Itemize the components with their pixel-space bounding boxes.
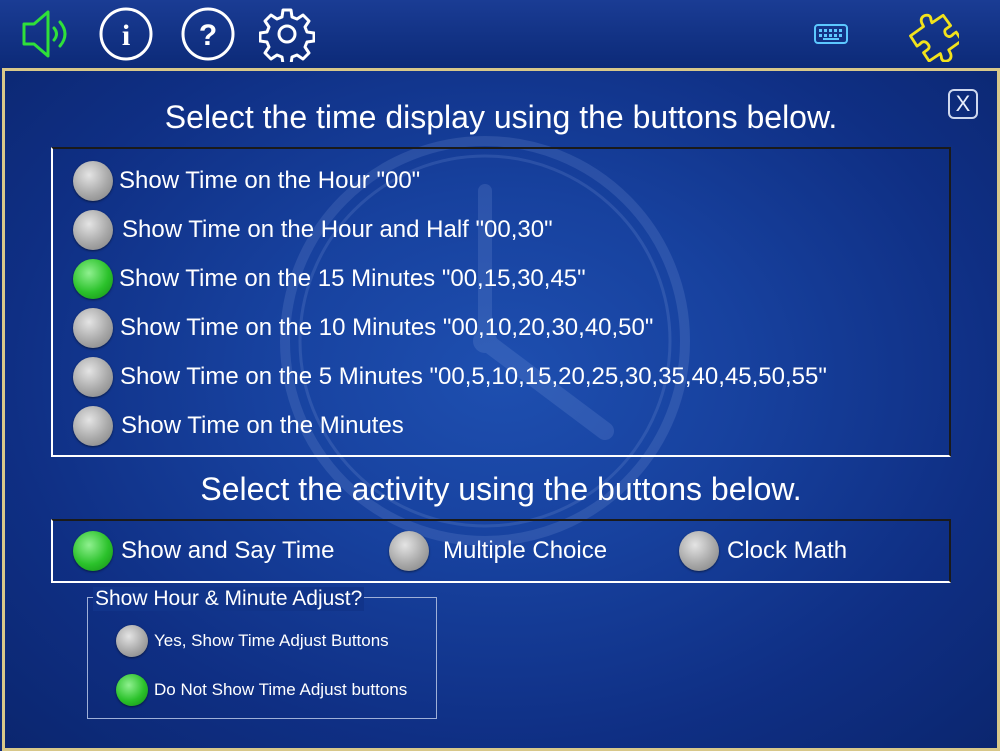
radio-button[interactable] bbox=[116, 625, 148, 657]
top-toolbar: i ? bbox=[0, 0, 1000, 68]
radio-button[interactable] bbox=[679, 531, 719, 571]
radio-button[interactable] bbox=[389, 531, 429, 571]
time-option-10-minutes[interactable]: Show Time on the 10 Minutes "00,10,20,30… bbox=[73, 308, 653, 348]
settings-dialog: X Select the time display using the butt… bbox=[2, 68, 1000, 751]
time-option-label: Show Time on the Hour "00" bbox=[119, 167, 421, 194]
time-option-label: Show Time on the 5 Minutes "00,5,10,15,2… bbox=[120, 363, 827, 390]
time-option-hour[interactable]: Show Time on the Hour "00" bbox=[73, 161, 420, 201]
time-option-15-minutes[interactable]: Show Time on the 15 Minutes "00,15,30,45… bbox=[73, 259, 586, 299]
activity-label: Clock Math bbox=[727, 537, 848, 564]
info-icon[interactable]: i bbox=[98, 6, 154, 62]
radio-button-selected[interactable] bbox=[73, 259, 113, 299]
activity-show-and-say[interactable]: Show and Say Time bbox=[73, 531, 334, 571]
activity-options: Show and Say Time Multiple Choice Clock … bbox=[51, 519, 951, 583]
radio-button-selected[interactable] bbox=[116, 674, 148, 706]
gear-icon[interactable] bbox=[259, 6, 315, 62]
radio-button-selected[interactable] bbox=[73, 531, 113, 571]
time-option-5-minutes[interactable]: Show Time on the 5 Minutes "00,5,10,15,2… bbox=[73, 357, 827, 397]
adjust-option-yes[interactable]: Yes, Show Time Adjust Buttons bbox=[116, 625, 389, 657]
time-option-label: Show Time on the Hour and Half "00,30" bbox=[122, 216, 553, 243]
radio-button[interactable] bbox=[73, 308, 113, 348]
activity-multiple-choice[interactable]: Multiple Choice bbox=[389, 531, 607, 571]
activity-heading: Select the activity using the buttons be… bbox=[200, 471, 802, 507]
info-glyph: i bbox=[122, 19, 130, 52]
speaker-icon[interactable] bbox=[16, 6, 72, 62]
activity-label: Show and Say Time bbox=[121, 537, 335, 564]
time-option-minutes[interactable]: Show Time on the Minutes bbox=[73, 406, 404, 446]
keyboard-icon[interactable] bbox=[803, 6, 859, 62]
help-icon[interactable]: ? bbox=[180, 6, 236, 62]
radio-button[interactable] bbox=[73, 357, 113, 397]
time-display-options: Show Time on the Hour "00" Show Time on … bbox=[51, 147, 951, 457]
adjust-group-title: Show Hour & Minute Adjust? bbox=[93, 587, 365, 611]
time-option-label: Show Time on the 15 Minutes "00,15,30,45… bbox=[119, 265, 586, 292]
adjust-option-label: Do Not Show Time Adjust buttons bbox=[154, 680, 408, 699]
adjust-option-no[interactable]: Do Not Show Time Adjust buttons bbox=[116, 674, 407, 706]
help-glyph: ? bbox=[199, 19, 217, 52]
time-option-label: Show Time on the Minutes bbox=[121, 412, 404, 439]
time-display-heading: Select the time display using the button… bbox=[164, 99, 838, 135]
radio-button[interactable] bbox=[73, 406, 113, 446]
radio-button[interactable] bbox=[73, 161, 113, 201]
adjust-options-group: Yes, Show Time Adjust Buttons Do Not Sho… bbox=[87, 597, 437, 719]
activity-clock-math[interactable]: Clock Math bbox=[679, 531, 847, 571]
time-option-half-hour[interactable]: Show Time on the Hour and Half "00,30" bbox=[73, 210, 553, 250]
radio-button[interactable] bbox=[73, 210, 113, 250]
time-option-label: Show Time on the 10 Minutes "00,10,20,30… bbox=[120, 314, 654, 341]
adjust-option-label: Yes, Show Time Adjust Buttons bbox=[154, 631, 389, 650]
activity-label: Multiple Choice bbox=[443, 537, 608, 564]
puzzle-icon[interactable] bbox=[903, 6, 959, 62]
